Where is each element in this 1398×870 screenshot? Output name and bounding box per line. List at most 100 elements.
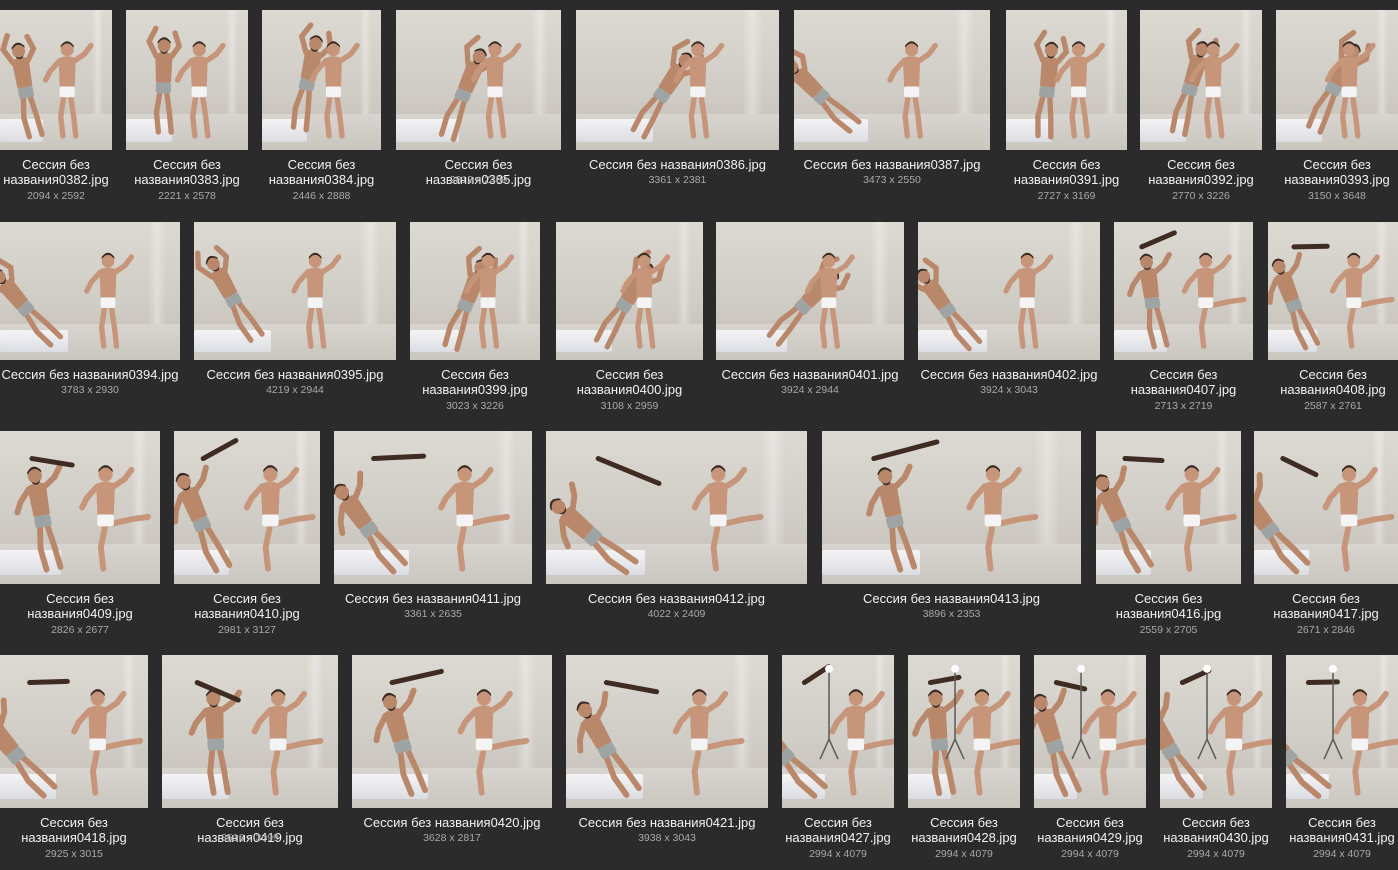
thumbnail-image[interactable]: [1114, 222, 1253, 360]
thumbnail-image[interactable]: [716, 222, 904, 360]
gallery-tile[interactable]: Сессия без названия0387.jpg 3473 x 2550: [794, 10, 990, 212]
gallery-tile[interactable]: Сессия без названия0430.jpg 2994 x 4079: [1160, 655, 1272, 870]
thumbnail-image[interactable]: [556, 222, 703, 360]
thumbnail-image[interactable]: [546, 431, 807, 584]
file-name[interactable]: Сессия без названия0401.jpg: [716, 367, 904, 382]
file-name[interactable]: Сессия без названия0409.jpg: [0, 591, 162, 621]
file-name[interactable]: Сессия без названия0420.jpg: [352, 815, 552, 830]
file-name[interactable]: Сессия без названия0394.jpg: [0, 367, 180, 382]
file-name[interactable]: Сессия без названия0395.jpg: [194, 367, 396, 382]
file-name[interactable]: Сессия без названия0383.jpg: [124, 157, 250, 187]
gallery-tile[interactable]: Сессия без названия0408.jpg 2587 x 2761: [1268, 222, 1398, 422]
file-name[interactable]: Сессия без названия0408.jpg: [1266, 367, 1398, 397]
gallery-tile[interactable]: Сессия без названия0401.jpg 3924 x 2944: [716, 222, 904, 422]
gallery-tile[interactable]: Сессия без названия0386.jpg 3361 x 2381: [576, 10, 779, 212]
thumbnail-image[interactable]: [822, 431, 1081, 584]
thumbnail-image[interactable]: [262, 10, 381, 150]
file-name[interactable]: Сессия без названия0391.jpg: [1004, 157, 1129, 187]
thumbnail-image[interactable]: [1286, 655, 1398, 808]
gallery-tile[interactable]: Сессия без названия0412.jpg 4022 x 2409: [546, 431, 807, 646]
file-name[interactable]: Сессия без названия0402.jpg: [918, 367, 1100, 382]
gallery-tile[interactable]: Сессия без названия0417.jpg 2671 x 2846: [1254, 431, 1398, 646]
gallery-tile[interactable]: Сессия без названия0409.jpg 2826 x 2677: [0, 431, 160, 646]
gallery-tile[interactable]: Сессия без названия0431.jpg 2994 x 4079: [1286, 655, 1398, 870]
gallery-tile[interactable]: Сессия без названия0418.jpg 2925 x 3015: [0, 655, 148, 870]
gallery-tile[interactable]: Сессия без названия0394.jpg 3783 x 2930: [0, 222, 180, 422]
image-dimensions: 2221 x 2578: [158, 190, 216, 202]
file-name[interactable]: Сессия без названия0411.jpg: [334, 591, 532, 606]
file-name[interactable]: Сессия без названия0387.jpg: [794, 157, 990, 172]
gallery-tile[interactable]: Сессия без названия0427.jpg 2994 x 4079: [782, 655, 894, 870]
gallery-tile[interactable]: Сессия без названия0384.jpg 2446 x 2888: [262, 10, 381, 212]
file-name[interactable]: Сессия без названия0417.jpg: [1252, 591, 1398, 621]
file-name[interactable]: Сессия без названия0386.jpg: [576, 157, 779, 172]
file-name[interactable]: Сессия без названия0382.jpg: [0, 157, 114, 187]
thumbnail-image[interactable]: [1006, 10, 1127, 150]
thumbnail-image[interactable]: [794, 10, 990, 150]
gallery-tile[interactable]: Сессия без названия0428.jpg 2994 x 4079: [908, 655, 1020, 870]
file-name[interactable]: Сессия без названия0400.jpg: [554, 367, 705, 397]
gallery-tile[interactable]: Сессия без названия0411.jpg 3361 x 2635: [334, 431, 532, 646]
file-name[interactable]: Сессия без названия0410.jpg: [172, 591, 322, 621]
thumbnail-image[interactable]: [1268, 222, 1398, 360]
thumbnail-image[interactable]: [1096, 431, 1241, 584]
file-name[interactable]: Сессия без названия0427.jpg: [780, 815, 896, 845]
thumbnail-image[interactable]: [1160, 655, 1272, 808]
thumbnail-image[interactable]: [0, 10, 112, 150]
thumbnail-image[interactable]: [0, 222, 180, 360]
figure-illustration: [1268, 243, 1395, 351]
file-name[interactable]: Сессия без названия0431.jpg: [1284, 815, 1398, 845]
thumbnail-image[interactable]: [410, 222, 540, 360]
thumbnail-image[interactable]: [1276, 10, 1398, 150]
gallery-tile[interactable]: Сессия без названия0391.jpg 2727 x 3169: [1006, 10, 1127, 212]
file-name[interactable]: Сессия без названия0407.jpg: [1112, 367, 1255, 397]
file-name[interactable]: Сессия без названия0392.jpg: [1138, 157, 1264, 187]
gallery-tile[interactable]: Сессия без названия0385.jpg 2812 x 2409: [396, 10, 561, 212]
gallery-tile[interactable]: Сессия без названия0400.jpg 3108 x 2959: [556, 222, 703, 422]
gallery-tile[interactable]: Сессия без названия0402.jpg 3924 x 3043: [918, 222, 1100, 422]
file-name[interactable]: Сессия без названия0412.jpg: [546, 591, 807, 606]
thumbnail-image[interactable]: [0, 431, 160, 584]
gallery-tile[interactable]: Сессия без названия0395.jpg 4219 x 2944: [194, 222, 396, 422]
gallery-tile[interactable]: Сессия без названия0392.jpg 2770 x 3226: [1140, 10, 1262, 212]
thumbnail-image[interactable]: [396, 10, 561, 150]
gallery-tile[interactable]: Сессия без названия0429.jpg 2994 x 4079: [1034, 655, 1146, 870]
file-name[interactable]: Сессия без названия0416.jpg: [1094, 591, 1243, 621]
thumbnail-image[interactable]: [908, 655, 1020, 808]
gallery-tile[interactable]: Сессия без названия0410.jpg 2981 x 3127: [174, 431, 320, 646]
gallery-tile[interactable]: Сессия без названия0420.jpg 3628 x 2817: [352, 655, 552, 870]
thumbnail-image[interactable]: [918, 222, 1100, 360]
thumbnail-image[interactable]: [174, 431, 320, 584]
gallery-tile[interactable]: Сессия без названия0413.jpg 3896 x 2353: [822, 431, 1081, 646]
thumbnail-image[interactable]: [1140, 10, 1262, 150]
gallery-tile[interactable]: Сессия без названия0399.jpg 3023 x 3226: [410, 222, 540, 422]
thumbnail-image[interactable]: [126, 10, 248, 150]
thumbnail-image[interactable]: [1034, 655, 1146, 808]
file-name[interactable]: Сессия без названия0393.jpg: [1274, 157, 1398, 187]
thumbnail-image[interactable]: [782, 655, 894, 808]
gallery-tile[interactable]: Сессия без названия0382.jpg 2094 x 2592: [0, 10, 112, 212]
gallery-tile[interactable]: Сессия без названия0393.jpg 3150 x 3648: [1276, 10, 1398, 212]
file-name[interactable]: Сессия без названия0399.jpg: [408, 367, 542, 397]
gallery-tile[interactable]: Сессия без названия0416.jpg 2559 x 2705: [1096, 431, 1241, 646]
thumbnail-image[interactable]: [576, 10, 779, 150]
file-name[interactable]: Сессия без названия0430.jpg: [1158, 815, 1274, 845]
gallery-tile[interactable]: Сессия без названия0421.jpg 3938 x 3043: [566, 655, 768, 870]
gallery-tile[interactable]: Сессия без названия0407.jpg 2713 x 2719: [1114, 222, 1253, 422]
thumbnail-image[interactable]: [162, 655, 338, 808]
thumbnail-image[interactable]: [566, 655, 768, 808]
file-name[interactable]: Сессия без названия0418.jpg: [0, 815, 150, 845]
file-name[interactable]: Сессия без названия0421.jpg: [566, 815, 768, 830]
file-name[interactable]: Сессия без названия0429.jpg: [1032, 815, 1148, 845]
thumbnail-image[interactable]: [0, 655, 148, 808]
file-name[interactable]: Сессия без названия0428.jpg: [906, 815, 1022, 845]
thumbnail-image[interactable]: [1254, 431, 1398, 584]
thumbnail-image[interactable]: [334, 431, 532, 584]
gallery-tile[interactable]: Сессия без названия0383.jpg 2221 x 2578: [126, 10, 248, 212]
file-name[interactable]: Сессия без названия0384.jpg: [260, 157, 383, 187]
file-name[interactable]: Сессия без названия0413.jpg: [822, 591, 1081, 606]
gallery-tile[interactable]: Сессия без названия0419.jpg 3516 x 3099: [162, 655, 338, 870]
thumbnail-image[interactable]: [352, 655, 552, 808]
thumbnail-image[interactable]: [194, 222, 396, 360]
image-dimensions: 2994 x 4079: [809, 848, 867, 860]
